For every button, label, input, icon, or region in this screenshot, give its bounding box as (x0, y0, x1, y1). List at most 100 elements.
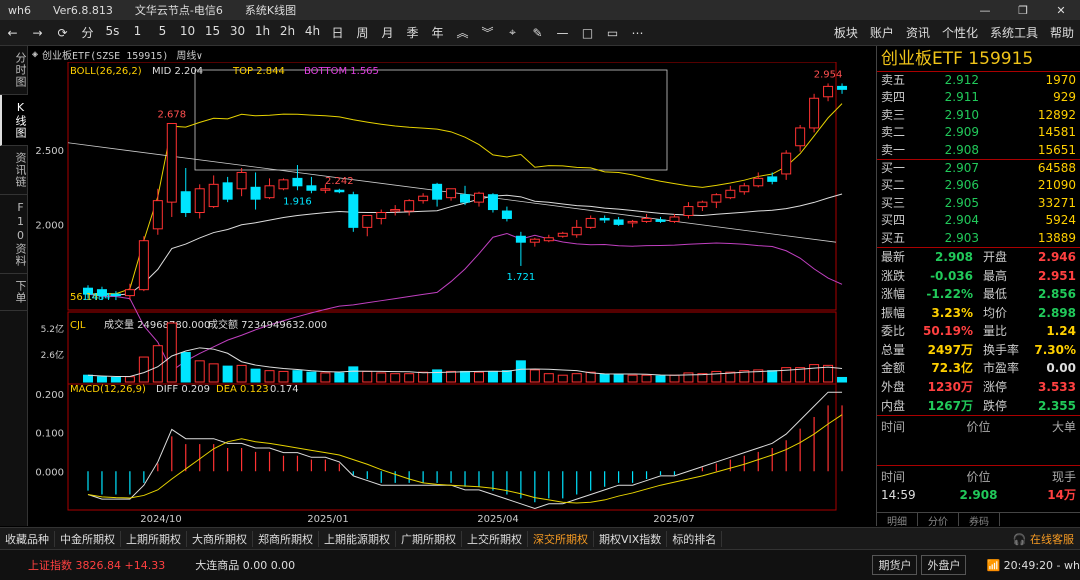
volume-bar (515, 360, 526, 383)
menu-item-2[interactable]: 资讯 (906, 24, 930, 41)
period-5[interactable]: 15 (200, 24, 225, 41)
volume-bar (124, 376, 135, 383)
more-icon[interactable]: ⋯ (625, 26, 650, 40)
candle-body (222, 182, 233, 200)
stat-label: 委比 (881, 324, 906, 339)
period-4[interactable]: 10 (175, 24, 200, 41)
candle-body (432, 183, 443, 200)
period-1[interactable]: 5s (100, 24, 125, 41)
menu-item-4[interactable]: 系统工具 (990, 24, 1038, 41)
period-6[interactable]: 30 (225, 24, 250, 41)
menu-item-5[interactable]: 帮助 (1050, 24, 1074, 41)
volume-bar (208, 363, 219, 383)
trade-header: 时间 价位 大单 (877, 415, 1080, 437)
period-12[interactable]: 月 (375, 24, 400, 41)
up-arrows-icon[interactable]: ︽ (450, 24, 475, 41)
instrument-name[interactable]: 创业板ETF(SZSE 159915) (42, 47, 168, 62)
asks-qty: 1970 (1045, 73, 1076, 87)
sidebar-tab-2[interactable]: 资讯链 (0, 146, 28, 195)
volume-bar (306, 371, 317, 383)
panel-tab-1[interactable]: 分价 (918, 513, 959, 528)
kline-chart[interactable]: 2.500 2.000 5.2亿 2.6亿 0.200 0.100 0.000 2024/10… (28, 62, 876, 526)
menu-item-0[interactable]: 板块 (834, 24, 858, 41)
volume-bar (376, 372, 387, 383)
bottom-tab-7[interactable]: 上交所期权 (462, 530, 528, 547)
foreign-account-button[interactable]: 外盘户 (921, 555, 967, 575)
minus-icon[interactable]: — (550, 26, 575, 40)
period-7[interactable]: 1h (250, 24, 275, 41)
volume-bar (432, 369, 443, 383)
sidebar-tab-3[interactable]: F10资料 (0, 195, 28, 274)
period-11[interactable]: 周 (350, 24, 375, 41)
stat-label-2: 开盘 (983, 249, 1008, 264)
period-selector[interactable]: 周线∨ (176, 47, 202, 62)
bottom-tab-5[interactable]: 上期能源期权 (319, 530, 396, 547)
volume-bar (473, 371, 484, 383)
bid-list: 买一 2.907 64588 买二 2.906 21090 买三 2.905 33271 买四 2.… (877, 160, 1080, 247)
period-10[interactable]: 日 (325, 24, 350, 41)
bids-qty: 21090 (1037, 178, 1076, 193)
customer-service-button[interactable]: 🎧 在线客服 (1013, 531, 1080, 547)
close-icon[interactable]: ✕ (1042, 4, 1080, 17)
back-icon[interactable]: ← (0, 26, 25, 40)
bottom-tab-1[interactable]: 中金所期权 (55, 530, 121, 547)
candle-body (152, 200, 163, 230)
spot-ticker[interactable]: 大连商品 0.00 0.00 (195, 557, 295, 573)
bottom-tab-8[interactable]: 深交所期权 (528, 530, 594, 547)
bottom-tab-9[interactable]: 期权VIX指数 (594, 530, 668, 547)
period-0[interactable]: 分 (75, 24, 100, 41)
candle-body (669, 216, 680, 222)
bottom-tab-4[interactable]: 郑商所期权 (253, 530, 319, 547)
candle-body (571, 226, 582, 236)
boll-bottom-line (87, 232, 843, 372)
period-13[interactable]: 季 (400, 24, 425, 41)
candle-body (460, 194, 471, 203)
boll-bottom-label: BOTTOM 1.565 (304, 66, 379, 77)
box-icon[interactable]: □ (575, 26, 600, 40)
volume-bar (110, 376, 121, 383)
menu-item-1[interactable]: 账户 (870, 24, 894, 41)
period-9[interactable]: 4h (300, 24, 325, 41)
candle-body (627, 220, 638, 224)
candle-body (473, 192, 484, 203)
menu-item-3[interactable]: 个性化 (942, 24, 978, 41)
bottom-tab-0[interactable]: 收藏品种 (0, 530, 55, 547)
asks-qty: 929 (1053, 90, 1076, 105)
panel-tab-0[interactable]: 明细 (877, 513, 918, 528)
period-8[interactable]: 2h (275, 24, 300, 41)
period-2[interactable]: 1 (125, 24, 150, 41)
clock: 📶 20:49:20 - wh (986, 559, 1080, 572)
stat-label-2: 涨停 (983, 380, 1008, 395)
pen-icon[interactable]: ✎ (525, 26, 550, 40)
minimize-icon[interactable]: — (966, 4, 1004, 17)
period-3[interactable]: 5 (150, 24, 175, 41)
cursor-icon[interactable]: ⌖ (500, 25, 525, 40)
bottom-tab-2[interactable]: 上期所期权 (121, 530, 187, 547)
asks-row: 卖二 2.909 14581 (877, 124, 1080, 141)
annotation-low2: 1.721 (507, 272, 536, 283)
fullscreen-icon[interactable]: ▭ (600, 26, 625, 40)
panel-tab-2[interactable]: 券码 (959, 513, 1000, 528)
sidebar-tab-0[interactable]: 分时图 (0, 46, 28, 95)
bottom-tab-6[interactable]: 广期所期权 (396, 530, 462, 547)
refresh-icon[interactable]: ⟳ (50, 26, 75, 40)
bottom-tab-3[interactable]: 大商所期权 (187, 530, 253, 547)
bottom-tab-10[interactable]: 标的排名 (667, 530, 723, 547)
lock-icon[interactable]: ◈ (32, 49, 38, 60)
restore-icon[interactable]: ❐ (1004, 4, 1042, 17)
stat-row: 涨幅 -1.22% 最低 2.856 (877, 285, 1080, 304)
period-list: 分 5s 1 5 10 15 30 1h 2h 4h 日周月季年 (75, 24, 450, 41)
sidebar-tab-1[interactable]: K线图 (0, 95, 28, 146)
candle-body (138, 240, 149, 291)
dea-label: DEA 0.123 (216, 384, 269, 395)
futures-account-button[interactable]: 期货户 (872, 555, 918, 575)
index-ticker[interactable]: 上证指数 3826.84 +14.33 (28, 557, 165, 573)
asks-label: 卖五 (881, 73, 906, 87)
sidebar-tab-4[interactable]: 下单 (0, 274, 28, 311)
forward-icon[interactable]: → (25, 26, 50, 40)
down-arrows-icon[interactable]: ︾ (475, 24, 500, 41)
period-14[interactable]: 年 (425, 24, 450, 41)
volume-bar (655, 375, 666, 383)
stat-row: 委比 50.19% 量比 1.24 (877, 322, 1080, 341)
volume-bar (585, 371, 596, 383)
